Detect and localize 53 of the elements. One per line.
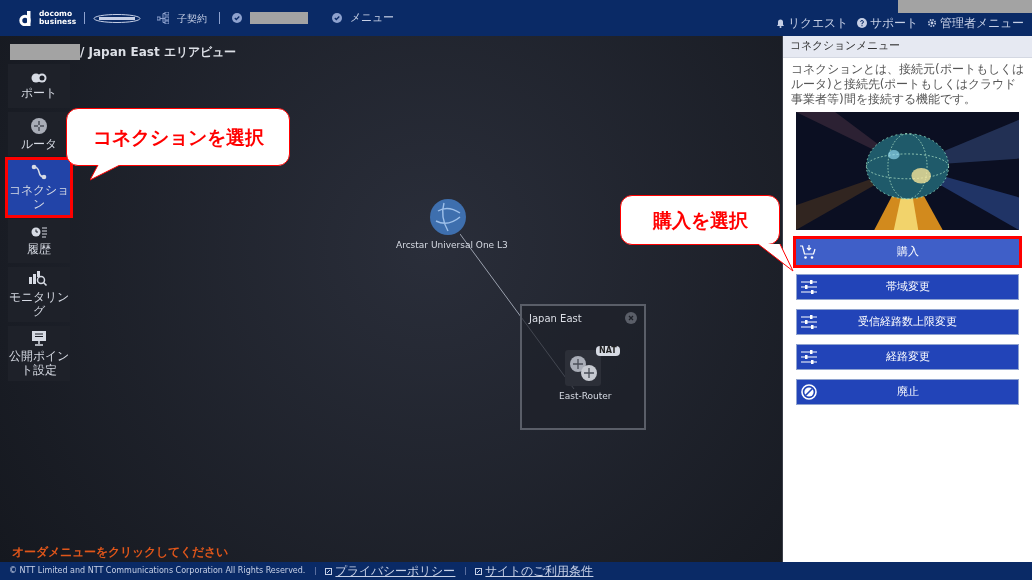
panel-title: コネクションメニュー xyxy=(790,38,900,55)
action-button[interactable]: 受信経路数上限変更 xyxy=(796,309,1019,335)
footer-link[interactable]: プライバシーポリシー xyxy=(335,564,456,578)
callout-tail xyxy=(90,165,122,181)
menu-link[interactable]: メニュー xyxy=(350,9,395,27)
header-link[interactable]: 管理者メニュー xyxy=(940,16,1024,30)
action-button[interactable]: 購入 xyxy=(796,239,1019,265)
hierarchy-icon xyxy=(157,12,170,24)
chart-search-icon xyxy=(29,271,49,287)
logo-icon xyxy=(93,13,142,23)
help-icon xyxy=(857,18,867,28)
hint-text: オーダメニューをクリックしてください xyxy=(12,545,228,559)
nat-badge: NAT xyxy=(596,346,620,356)
node-label: East-Router xyxy=(559,390,612,403)
router-icon xyxy=(31,117,47,134)
header-link[interactable]: サポート xyxy=(870,16,918,30)
prohibited-icon xyxy=(801,384,817,400)
check-circle-icon xyxy=(232,13,243,23)
footer-link[interactable]: サイトのご利用条件 xyxy=(485,564,594,578)
cart-icon xyxy=(800,244,816,260)
redaction-block xyxy=(250,12,309,24)
check-circle-icon xyxy=(332,13,343,23)
copyright: © NTT Limited and NTT Communications Corporation All Rights Reserved. xyxy=(9,565,306,577)
settings-icon xyxy=(927,18,937,28)
sidebar-item[interactable]: 公開ポイント設定 xyxy=(8,326,70,381)
node-label: Arcstar Universal One L3 xyxy=(396,239,508,252)
external-link-icon xyxy=(475,567,483,575)
bell-icon xyxy=(776,18,785,28)
connection-icon xyxy=(31,164,47,180)
contract-link[interactable]: 子契約 xyxy=(177,10,208,26)
sidebar-item[interactable]: モニタリング xyxy=(8,267,70,322)
toggle-icon xyxy=(31,72,47,83)
action-button[interactable]: 廃止 xyxy=(796,379,1019,405)
globe-icon[interactable] xyxy=(430,199,466,235)
close-icon[interactable] xyxy=(625,312,637,324)
external-link-icon xyxy=(325,567,333,575)
breadcrumb: / Japan East エリアビュー xyxy=(80,44,236,60)
sliders-icon xyxy=(801,315,817,329)
redaction-block xyxy=(10,44,80,60)
monitor-icon xyxy=(31,330,47,346)
sliders-icon xyxy=(801,280,817,294)
sidebar-item[interactable]: ポート xyxy=(8,64,70,108)
clock-list-icon xyxy=(31,226,47,239)
action-button[interactable]: 帯域変更 xyxy=(796,274,1019,300)
logo-icon xyxy=(19,10,31,26)
sliders-icon xyxy=(801,350,817,364)
header-link[interactable]: リクエスト xyxy=(788,16,848,30)
action-button[interactable]: 経路変更 xyxy=(796,344,1019,370)
area-title: Japan East xyxy=(529,312,582,326)
sidebar-item[interactable]: ルータ xyxy=(8,112,70,156)
router-icon[interactable] xyxy=(565,350,601,386)
panel-description: コネクションとは、接続元(ポートもしくはルータ)と接続先(ポートもしくはクラウド事業者等)間を接続する機能です。 xyxy=(790,61,1025,107)
sidebar-item[interactable]: コネクション xyxy=(8,160,70,215)
